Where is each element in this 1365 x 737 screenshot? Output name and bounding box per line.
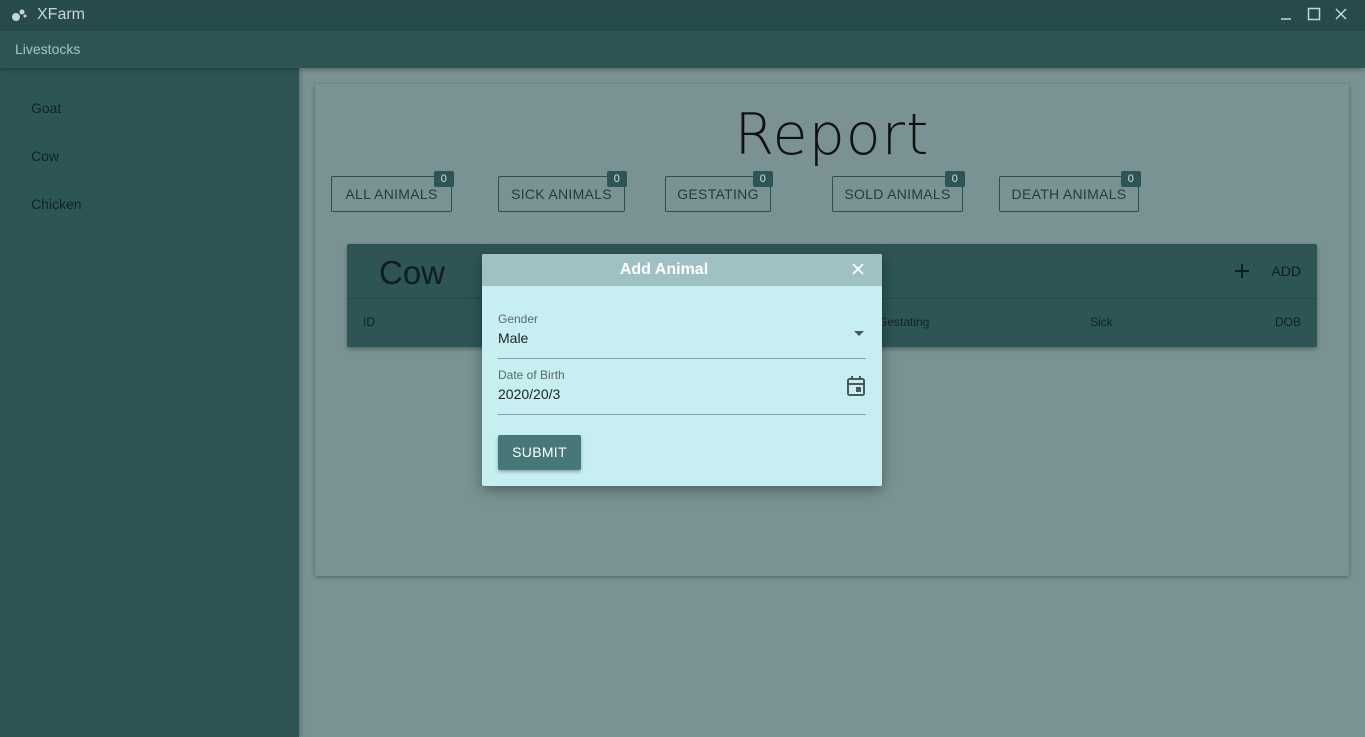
gender-label: Gender [498,312,539,326]
death-animals-button[interactable]: DEATH ANIMALS 0 [999,171,1141,212]
sick-animals-label: SICK ANIMALS [511,186,612,202]
submit-button[interactable]: SUBMIT [498,435,581,470]
column-header-gestating[interactable]: Gestating [878,315,929,329]
gender-value: Male [498,330,529,346]
table-title: Cow [379,254,446,291]
sick-animals-count-badge: 0 [607,171,627,187]
column-header-dob[interactable]: DOB [1275,315,1301,329]
all-animals-count-badge: 0 [434,171,454,187]
maximize-icon[interactable] [1306,6,1322,22]
date-of-birth-underline [498,414,866,415]
death-animals-count-badge: 0 [1121,171,1141,187]
sick-animals-button[interactable]: SICK ANIMALS 0 [498,171,627,212]
column-header-id[interactable]: ID [363,315,375,329]
add-animal-button[interactable]: ADD [1233,260,1301,282]
minimize-icon[interactable] [1278,6,1294,22]
close-window-icon[interactable] [1333,6,1349,22]
all-animals-label: ALL ANIMALS [345,186,438,202]
death-animals-label: DEATH ANIMALS [1011,186,1127,202]
date-of-birth-field[interactable]: Date of Birth 2020/20/3 [498,368,866,416]
date-of-birth-label: Date of Birth [498,368,565,382]
page-title: Report [734,102,930,168]
app-logo-icon [11,8,27,22]
sidebar-item-cow[interactable]: Cow [31,148,59,164]
window-title: XFarm [37,6,85,23]
close-icon[interactable] [851,262,865,276]
gestating-count-badge: 0 [753,171,773,187]
dialog-header: Add Animal [482,254,882,286]
app-bar-title: Livestocks [15,41,81,57]
sold-animals-label: SOLD ANIMALS [844,186,951,202]
window-titlebar: XFarm [0,0,1365,31]
gender-underline [498,358,866,359]
dialog-title: Add Animal [619,261,709,278]
app-bar: Livestocks [0,31,1365,68]
column-header-sick[interactable]: Sick [1090,315,1113,329]
gestating-button[interactable]: GESTATING 0 [665,171,773,212]
add-animal-dialog: Add Animal Gender Male Date of Birth 202… [482,254,882,486]
plus-icon [1235,264,1250,278]
sidebar: Goat Cow Chicken [0,68,299,737]
all-animals-button[interactable]: ALL ANIMALS 0 [331,171,454,212]
sold-animals-button[interactable]: SOLD ANIMALS 0 [832,171,965,212]
date-of-birth-value: 2020/20/3 [498,386,561,402]
dropdown-arrow-icon[interactable] [852,325,866,336]
sidebar-item-chicken[interactable]: Chicken [31,196,82,212]
gestating-label: GESTATING [677,186,759,202]
sidebar-item-goat[interactable]: Goat [31,100,61,116]
gender-select[interactable]: Gender Male [498,312,866,360]
calendar-icon[interactable] [846,375,866,397]
sold-animals-count-badge: 0 [945,171,965,187]
add-label: ADD [1271,263,1301,279]
